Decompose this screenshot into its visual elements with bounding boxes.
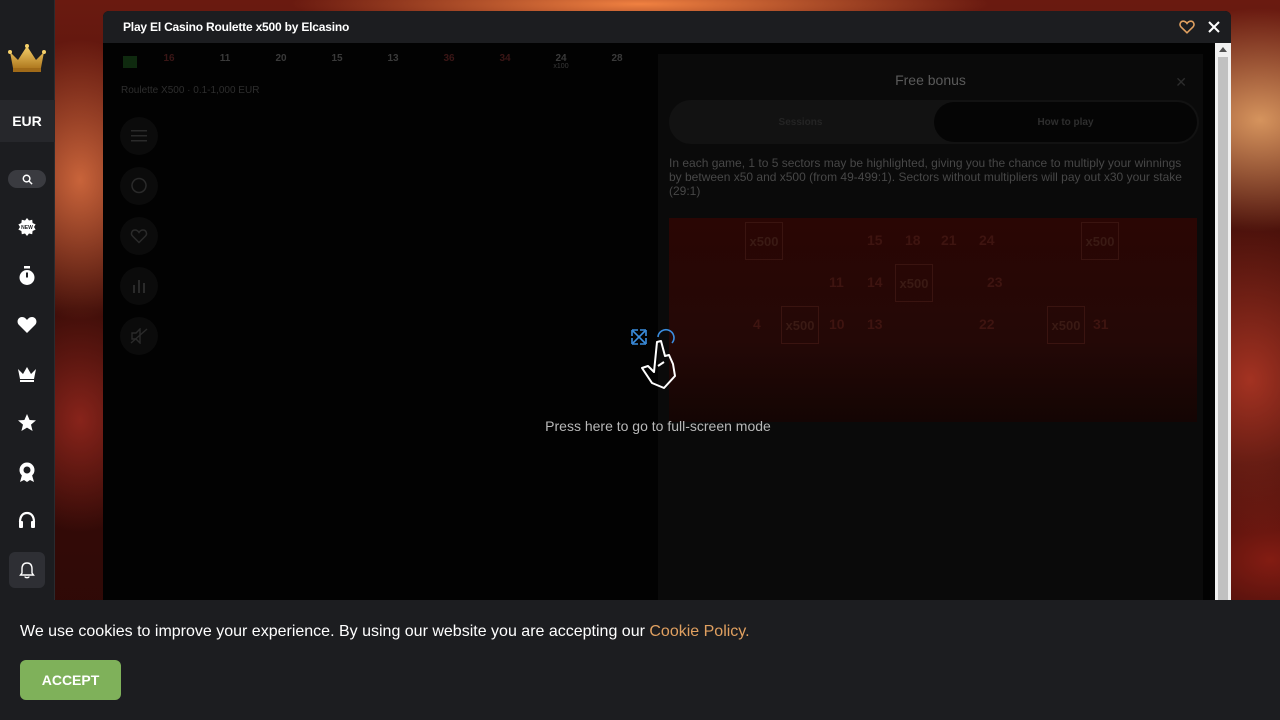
how-to-play-text: In each game, 1 to 5 sectors may be high… bbox=[669, 156, 1182, 198]
info-panel-tabs: Sessions How to play bbox=[669, 100, 1199, 144]
game-modal: Play El Casino Roulette x500 by Elcasino… bbox=[103, 11, 1231, 600]
game-frame[interactable]: 16 11 20 15 13 36 34 24 x100 28 Roulette… bbox=[103, 43, 1215, 600]
multiplier-sector: x500 bbox=[1081, 222, 1119, 260]
recent-number-multiplier: 24 x100 bbox=[533, 53, 589, 70]
timer-icon bbox=[19, 265, 35, 285]
recent-number: 36 bbox=[443, 53, 455, 64]
info-panel-close-icon[interactable]: ✕ bbox=[1175, 74, 1187, 91]
cookie-text: We use cookies to improve your experienc… bbox=[20, 623, 650, 640]
board-number: 31 bbox=[1093, 316, 1109, 332]
crown-logo-icon[interactable] bbox=[7, 42, 47, 74]
crown-icon bbox=[18, 366, 36, 382]
recent-number: 20 bbox=[275, 53, 287, 64]
cookie-banner: We use cookies to improve your experienc… bbox=[0, 600, 1280, 720]
recent-number: 28 bbox=[611, 53, 623, 64]
sidebar-item-support[interactable] bbox=[0, 496, 55, 545]
tab-sessions[interactable]: Sessions bbox=[669, 100, 932, 144]
multiplier-sector: x500 bbox=[1047, 306, 1085, 344]
sidebar-item-vip[interactable] bbox=[0, 349, 55, 398]
currency-label: EUR bbox=[12, 113, 42, 129]
new-icon: NEW bbox=[18, 217, 36, 236]
chat-icon bbox=[131, 177, 147, 194]
multiplier-sector: x500 bbox=[745, 222, 783, 260]
medal-icon bbox=[19, 462, 35, 482]
close-icon[interactable] bbox=[1207, 20, 1221, 34]
sound-button[interactable] bbox=[120, 317, 158, 355]
cookie-message: We use cookies to improve your experienc… bbox=[20, 623, 750, 641]
board-number: 13 bbox=[867, 316, 883, 332]
accept-cookies-button[interactable]: ACCEPT bbox=[20, 660, 121, 700]
sidebar-item-notifications[interactable] bbox=[0, 545, 55, 594]
search-icon bbox=[22, 174, 33, 185]
tap-fullscreen-icon bbox=[631, 328, 676, 389]
star-icon bbox=[18, 413, 36, 431]
notifications-button[interactable] bbox=[9, 551, 45, 588]
fullscreen-prompt-text: Press here to go to full-screen mode bbox=[545, 418, 771, 434]
scroll-up-arrow-icon[interactable] bbox=[1219, 47, 1227, 52]
recent-number: 34 bbox=[499, 53, 511, 64]
recent-number: 13 bbox=[387, 53, 399, 64]
svg-text:NEW: NEW bbox=[21, 225, 33, 231]
game-toolbar bbox=[120, 117, 158, 355]
fullscreen-prompt[interactable]: Press here to go to full-screen mode bbox=[543, 328, 773, 434]
board-number: 11 bbox=[829, 274, 844, 290]
favorite-heart-icon[interactable] bbox=[1179, 20, 1195, 34]
sidebar-item-favorites[interactable] bbox=[0, 300, 55, 349]
info-panel: Free bonus ✕ Sessions How to play In eac… bbox=[658, 54, 1203, 600]
board-number: 21 bbox=[941, 232, 957, 248]
info-panel-title: Free bonus bbox=[895, 72, 966, 88]
heart-outline-icon bbox=[130, 229, 148, 244]
mute-icon bbox=[130, 328, 148, 344]
modal-header: Play El Casino Roulette x500 by Elcasino bbox=[103, 11, 1231, 43]
sidebar-item-top[interactable] bbox=[0, 398, 55, 447]
modal-scrollbar[interactable] bbox=[1215, 43, 1231, 600]
menu-button[interactable] bbox=[120, 117, 158, 155]
recent-number: 16 bbox=[163, 53, 175, 64]
history-dot-icon bbox=[123, 56, 137, 68]
currency-selector[interactable]: EUR bbox=[0, 100, 55, 142]
board-number: 24 bbox=[979, 232, 995, 248]
board-number: 23 bbox=[987, 274, 1003, 290]
multiplier-sector: x500 bbox=[895, 264, 933, 302]
multiplier-sector: x500 bbox=[781, 306, 819, 344]
recent-numbers: 16 11 20 15 13 36 34 24 x100 28 bbox=[121, 53, 645, 70]
modal-title: Play El Casino Roulette x500 by Elcasino bbox=[123, 20, 350, 34]
bell-icon bbox=[19, 561, 35, 578]
search-button[interactable] bbox=[8, 170, 46, 188]
sidebar-item-new[interactable]: NEW bbox=[0, 202, 55, 251]
sidebar-item-rewards[interactable] bbox=[0, 447, 55, 496]
recent-number: 15 bbox=[331, 53, 343, 64]
board-number: 15 bbox=[867, 232, 883, 248]
chat-button[interactable] bbox=[120, 167, 158, 205]
game-favorite-button[interactable] bbox=[120, 217, 158, 255]
multiplier-label: x100 bbox=[553, 63, 569, 70]
tab-how-to-play[interactable]: How to play bbox=[934, 102, 1197, 142]
headset-icon bbox=[18, 511, 36, 528]
heart-icon bbox=[17, 316, 37, 333]
scrollbar-thumb[interactable] bbox=[1218, 57, 1228, 600]
sidebar: EUR NEW bbox=[0, 0, 55, 600]
stats-icon bbox=[133, 280, 145, 293]
menu-icon bbox=[131, 130, 147, 142]
game-limits: Roulette X500 · 0.1-1,000 EUR bbox=[121, 85, 260, 96]
recent-number: 11 bbox=[219, 53, 231, 64]
sidebar-item-timer[interactable] bbox=[0, 251, 55, 300]
stats-button[interactable] bbox=[120, 267, 158, 305]
board-number: 22 bbox=[979, 316, 995, 332]
cookie-policy-link[interactable]: Cookie Policy. bbox=[649, 623, 749, 640]
board-number: 14 bbox=[867, 274, 883, 290]
board-number: 18 bbox=[905, 232, 921, 248]
board-number: 10 bbox=[829, 316, 845, 332]
